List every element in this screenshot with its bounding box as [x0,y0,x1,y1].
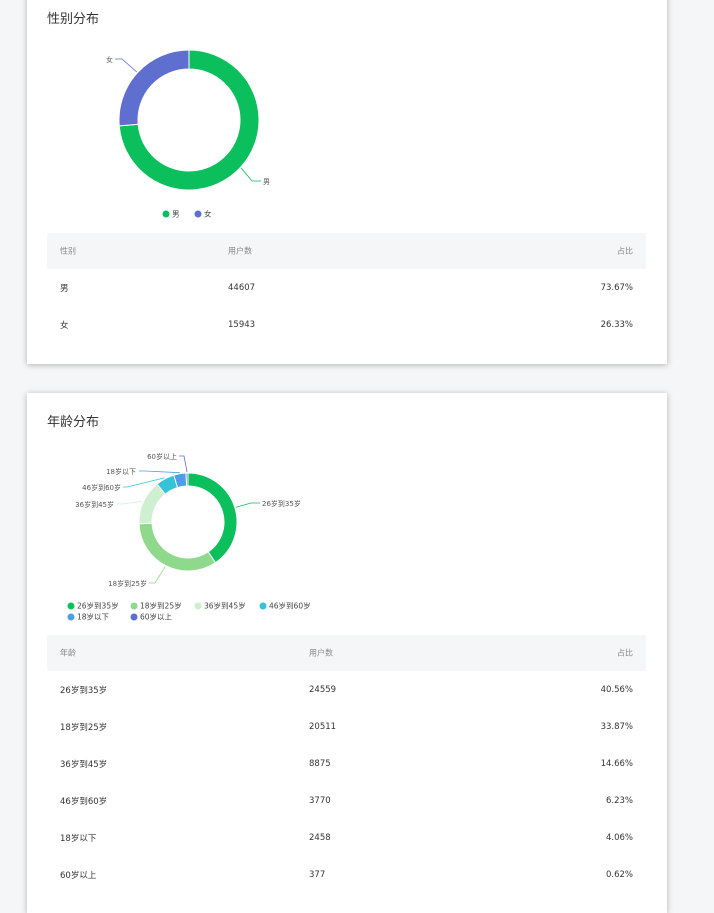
row-pct: 33.87% [600,721,633,732]
legend-label-0[interactable]: 26岁到35岁 [77,601,119,611]
table-row: 男 44607 73.67% [47,269,646,306]
legend-marker-3[interactable] [259,602,267,610]
legend-marker-0[interactable] [67,602,75,610]
header-age: 年龄 [60,648,76,658]
legend-label-4[interactable]: 18岁以下 [77,612,110,622]
table-row: 18岁以下 2458 4.06% [47,819,646,856]
row-label: 46岁到60岁 [60,796,108,807]
row-pct: 26.33% [600,319,633,330]
row-label: 女 [60,320,69,331]
legend-label-5[interactable]: 60岁以上 [140,612,173,622]
row-pct: 0.62% [605,869,633,880]
row-count: 44607 [228,282,256,293]
row-count: 377 [309,869,326,880]
header-gender: 性别 [60,246,76,256]
legend-label-3[interactable]: 46岁到60岁 [269,601,311,611]
label-line-1 [115,58,138,73]
legend-label-1[interactable]: 18岁到25岁 [140,601,182,611]
row-label: 18岁以下 [60,833,97,844]
table-row: 18岁到25岁 20511 33.87% [47,708,646,745]
donut-slice-1[interactable] [138,522,217,572]
table-header: 年龄 用户数 占比 [47,635,646,671]
row-label: 18岁到25岁 [60,722,108,733]
slice-label-3: 46岁到60岁 [82,483,121,492]
row-label: 36岁到45岁 [60,759,108,770]
label-line-1 [149,566,166,584]
donut-slice-5[interactable] [185,472,189,487]
header-count: 用户数 [309,648,333,658]
label-line-0 [240,167,261,182]
slice-label-0: 26岁到35岁 [262,499,301,508]
row-count: 15943 [228,319,256,330]
row-pct: 6.23% [605,795,633,806]
row-label: 60岁以上 [60,870,97,881]
slice-label-1: 女 [106,55,113,64]
legend-marker-1[interactable] [194,210,202,218]
legend-marker-4[interactable] [67,613,75,621]
age-table: 年龄 用户数 占比 26岁到35岁 24559 40.56% 18岁到25岁 2… [47,635,646,893]
slice-label-1: 18岁到25岁 [108,579,147,588]
age-donut-chart: 26岁到35岁 18岁到25岁 36岁到45岁 46岁到60岁 18岁以下 60岁以上 26… [67,452,311,622]
row-label: 男 [60,283,69,294]
label-line-5 [179,455,188,473]
row-count: 3770 [309,795,331,806]
row-count: 8875 [309,758,331,769]
label-line-4 [139,470,180,474]
table-row: 60岁以上 377 0.62% [47,856,646,893]
legend-marker-1[interactable] [130,602,138,610]
slice-label-2: 36岁到45岁 [75,500,114,509]
donut-slice-1[interactable] [118,49,190,127]
donut-slice-0[interactable] [187,472,238,564]
label-line-2 [117,500,143,505]
legend-marker-2[interactable] [194,602,202,610]
table-header: 性别 用户数 占比 [47,233,646,269]
row-pct: 14.66% [600,758,633,769]
row-count: 20511 [309,721,337,732]
row-count: 2458 [309,832,331,843]
row-label: 26岁到35岁 [60,685,108,696]
age-card: 年龄分布 26岁到35岁 18岁到25岁 36岁到45岁 46岁到60岁 18岁以下 60… [27,393,667,913]
gender-card: 性别分布 男女男女 性别 用户数 占比 男 44607 73.67% 女 159… [27,0,667,364]
header-pct: 占比 [617,246,633,256]
legend-label-2[interactable]: 36岁到45岁 [204,601,246,611]
header-count: 用户数 [228,246,252,256]
legend-marker-5[interactable] [130,613,138,621]
row-pct: 4.06% [605,832,633,843]
gender-table: 性别 用户数 占比 男 44607 73.67% 女 15943 26.33% [47,233,646,343]
legend-marker-0[interactable] [162,210,170,218]
gender-donut-chart: 男女男女 [106,49,270,219]
slice-label-5: 60岁以上 [147,452,177,461]
legend-label-0[interactable]: 男 [172,210,180,219]
row-count: 24559 [309,684,337,695]
row-pct: 40.56% [600,684,633,695]
table-row: 46岁到60岁 3770 6.23% [47,782,646,819]
header-pct: 占比 [617,648,633,658]
row-pct: 73.67% [600,282,633,293]
legend-label-1[interactable]: 女 [204,209,212,219]
table-row: 女 15943 26.33% [47,306,646,343]
slice-label-0: 男 [263,178,270,186]
table-row: 26岁到35岁 24559 40.56% [47,671,646,708]
slice-label-4: 18岁以下 [106,467,136,476]
table-row: 36岁到45岁 8875 14.66% [47,745,646,782]
label-line-0 [235,502,260,508]
